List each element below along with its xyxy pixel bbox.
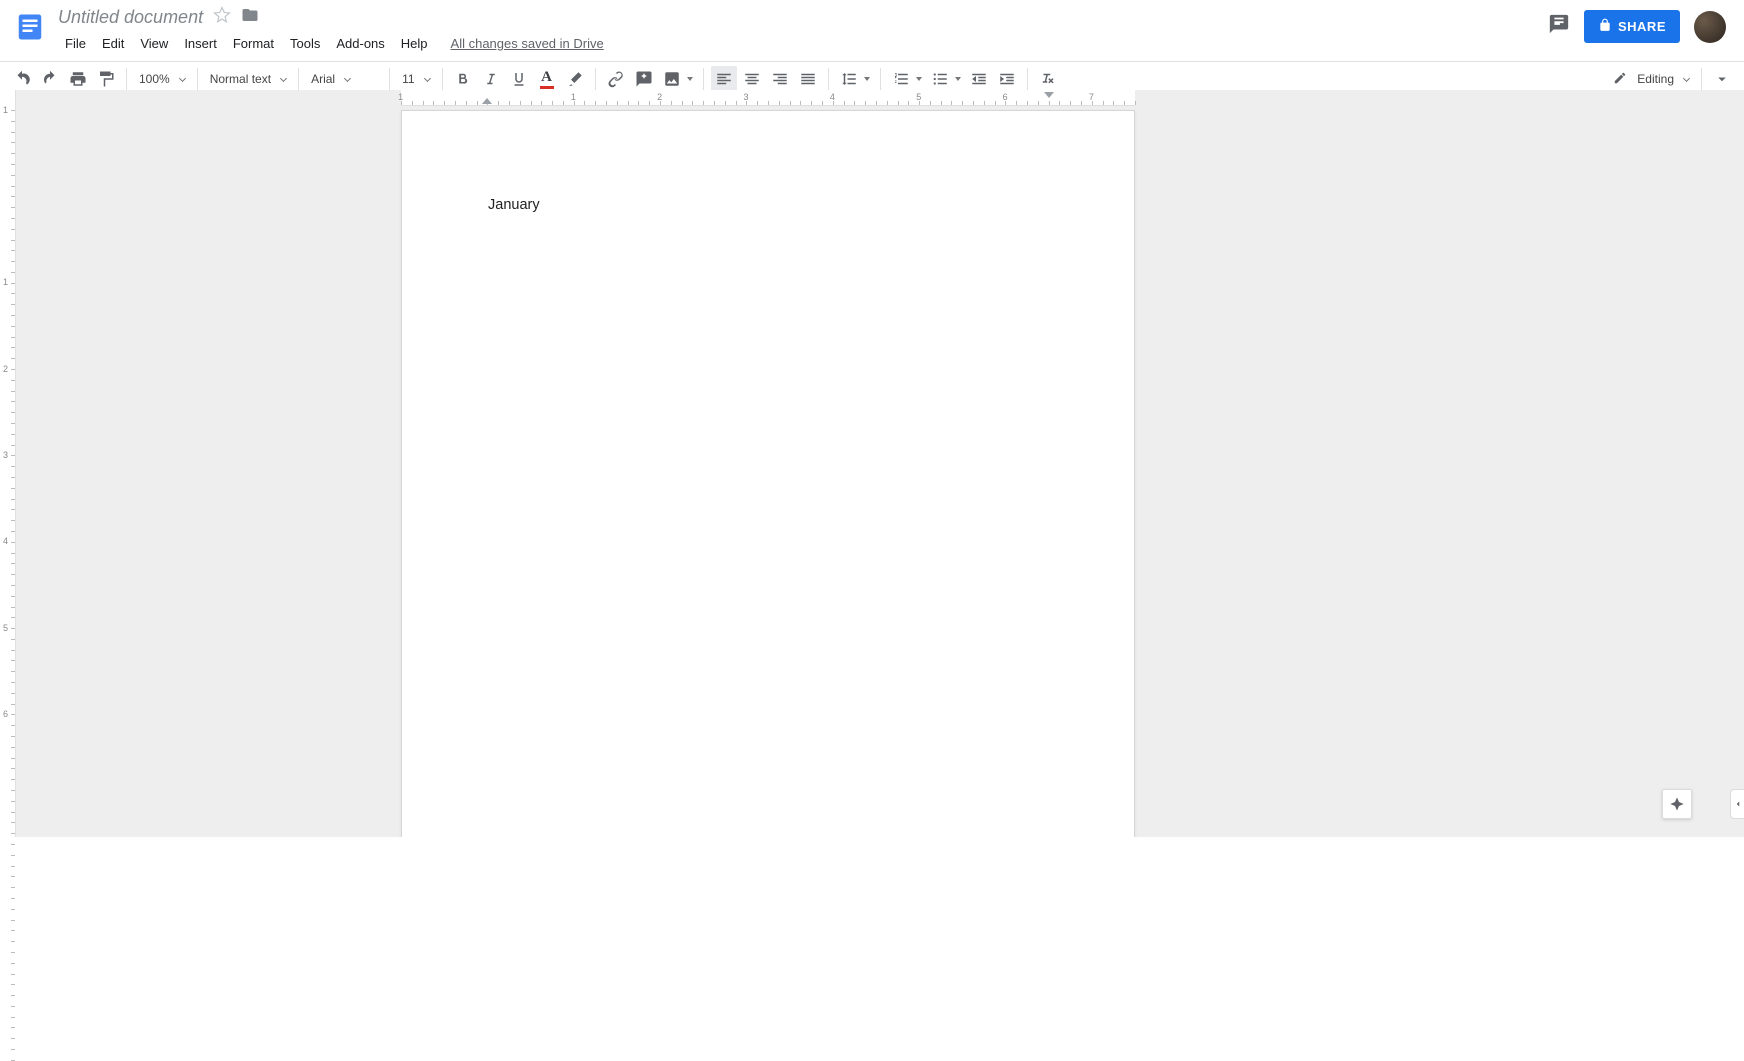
explore-button[interactable] <box>1662 789 1692 819</box>
align-justify-button[interactable] <box>795 66 821 92</box>
zoom-value: 100% <box>139 72 170 86</box>
vertical-ruler[interactable]: 1123456 <box>0 90 16 837</box>
docs-logo-icon[interactable] <box>12 6 48 48</box>
workspace: 1123456 11234567 January <box>0 90 1744 837</box>
bulleted-list-button[interactable] <box>926 66 965 92</box>
paragraph-style-value: Normal text <box>210 72 271 86</box>
collapse-toolbar-button[interactable] <box>1709 66 1735 92</box>
save-status[interactable]: All changes saved in Drive <box>451 36 604 51</box>
align-left-button[interactable] <box>711 66 737 92</box>
editing-mode-select[interactable]: Editing <box>1607 71 1695 88</box>
paint-format-button[interactable] <box>93 66 119 92</box>
underline-button[interactable] <box>506 66 532 92</box>
account-avatar[interactable] <box>1694 11 1726 43</box>
numbered-list-button[interactable] <box>887 66 926 92</box>
font-family-value: Arial <box>311 72 335 86</box>
horizontal-ruler[interactable]: 11234567 <box>401 90 1135 106</box>
horizontal-ruler-bg: 11234567 <box>16 90 1744 106</box>
zoom-select[interactable]: 100% <box>133 72 191 86</box>
side-panel-toggle[interactable] <box>1730 789 1744 819</box>
font-size-value: 11 <box>402 72 414 86</box>
menu-format[interactable]: Format <box>226 32 281 55</box>
align-right-button[interactable] <box>767 66 793 92</box>
editing-mode-value: Editing <box>1637 72 1674 86</box>
share-button[interactable]: SHARE <box>1584 10 1680 43</box>
text-color-button[interactable]: A <box>534 66 560 92</box>
document-canvas[interactable]: 11234567 January <box>16 90 1744 837</box>
highlight-color-button[interactable] <box>562 66 588 92</box>
menu-addons[interactable]: Add-ons <box>329 32 391 55</box>
document-body-text[interactable]: January <box>488 197 540 213</box>
menu-file[interactable]: File <box>58 32 93 55</box>
bold-button[interactable] <box>450 66 476 92</box>
document-page[interactable]: January <box>401 110 1135 837</box>
redo-button[interactable] <box>37 66 63 92</box>
comments-icon[interactable] <box>1548 13 1570 40</box>
clear-formatting-button[interactable] <box>1035 66 1061 92</box>
header-right: SHARE <box>1548 6 1732 43</box>
move-to-folder-icon[interactable] <box>241 6 259 29</box>
menu-view[interactable]: View <box>133 32 175 55</box>
print-button[interactable] <box>65 66 91 92</box>
star-icon[interactable] <box>213 6 231 29</box>
title-area: Untitled document File Edit View Insert … <box>58 6 604 55</box>
menu-edit[interactable]: Edit <box>95 32 131 55</box>
undo-button[interactable] <box>9 66 35 92</box>
insert-comment-button[interactable] <box>631 66 657 92</box>
menu-insert[interactable]: Insert <box>177 32 224 55</box>
share-label: SHARE <box>1618 19 1666 34</box>
app-header: Untitled document File Edit View Insert … <box>0 0 1744 55</box>
insert-image-button[interactable] <box>658 66 697 92</box>
increase-indent-button[interactable] <box>994 66 1020 92</box>
menu-tools[interactable]: Tools <box>283 32 327 55</box>
pencil-icon <box>1613 71 1627 88</box>
lock-icon <box>1598 18 1612 35</box>
menu-bar: File Edit View Insert Format Tools Add-o… <box>58 32 604 55</box>
line-spacing-button[interactable] <box>835 66 874 92</box>
insert-link-button[interactable] <box>603 66 629 92</box>
italic-button[interactable] <box>478 66 504 92</box>
font-family-select[interactable]: Arial <box>305 72 383 86</box>
font-size-select[interactable]: 11 <box>396 72 435 86</box>
align-center-button[interactable] <box>739 66 765 92</box>
menu-help[interactable]: Help <box>394 32 435 55</box>
document-title[interactable]: Untitled document <box>58 7 203 28</box>
decrease-indent-button[interactable] <box>966 66 992 92</box>
paragraph-style-select[interactable]: Normal text <box>204 72 292 86</box>
